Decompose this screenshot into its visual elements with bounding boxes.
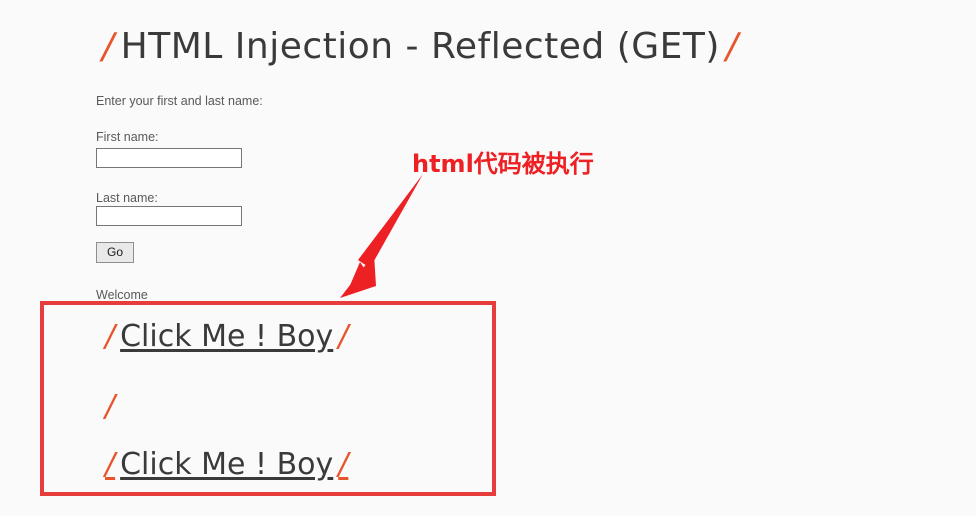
last-name-label: Last name: <box>96 191 158 205</box>
row1-slash-left-icon: / <box>105 319 116 354</box>
form-intro-label: Enter your first and last name: <box>96 94 263 108</box>
row2-slash-left-icon: / <box>105 389 116 424</box>
annotation-arrow-icon <box>340 174 423 298</box>
click-me-link-2[interactable]: Click Me ! Boy <box>120 447 333 482</box>
first-name-input[interactable] <box>96 148 242 168</box>
click-me-link-1[interactable]: Click Me ! Boy <box>120 319 333 354</box>
injected-link-row-2: / <box>100 387 120 427</box>
title-slash-left-icon: / <box>102 26 115 67</box>
first-name-label: First name: <box>96 130 159 144</box>
page-title-text: HTML Injection - Reflected (GET) <box>120 26 720 67</box>
row3-slash-left-icon: / <box>105 447 116 482</box>
welcome-text: Welcome <box>96 288 148 302</box>
injected-link-row-1: / Click Me ! Boy / <box>100 317 353 357</box>
row1-slash-right-icon: / <box>338 319 349 354</box>
go-button[interactable]: Go <box>96 242 134 263</box>
injected-link-row-3: / Click Me ! Boy / <box>100 445 353 485</box>
injected-output-highlight-box: / Click Me ! Boy / / / Click Me ! Boy / <box>40 301 496 496</box>
title-slash-right-icon: / <box>725 26 739 67</box>
page-title: / HTML Injection - Reflected (GET) / <box>96 22 745 72</box>
row3-slash-right-icon: / <box>338 447 349 482</box>
last-name-input[interactable] <box>96 206 242 226</box>
annotation-label: html代码被执行 <box>412 150 594 178</box>
